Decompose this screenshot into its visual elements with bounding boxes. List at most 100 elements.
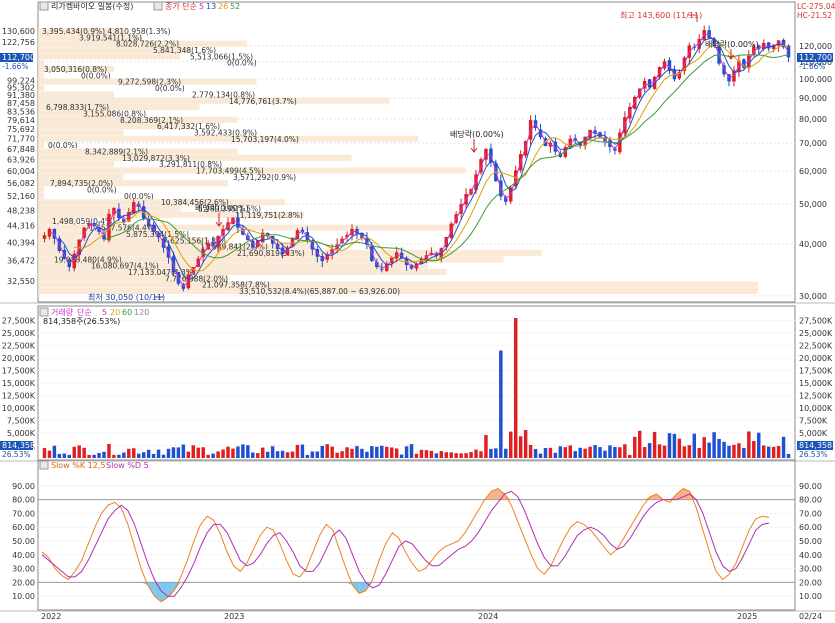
volume-bar[interactable] [677, 438, 682, 458]
volume-bar[interactable] [256, 453, 260, 458]
volume-bar[interactable] [285, 452, 290, 458]
volume-bar[interactable] [419, 449, 424, 458]
volume-bar[interactable] [310, 451, 315, 458]
volume-bar[interactable] [687, 445, 692, 458]
volume-bar[interactable] [742, 447, 746, 458]
volume-bar[interactable] [568, 445, 573, 458]
volume-bar[interactable] [156, 449, 161, 458]
volume-bar[interactable] [642, 446, 647, 458]
volume-bar[interactable] [176, 447, 181, 458]
volume-bar[interactable] [563, 447, 568, 458]
volume-bar[interactable] [211, 453, 215, 458]
volume-bar[interactable] [414, 453, 419, 458]
volume-bar[interactable] [771, 446, 776, 458]
volume-bar[interactable] [345, 447, 349, 458]
volume-bar[interactable] [360, 448, 364, 458]
volume-bar[interactable] [474, 449, 478, 458]
volume-bar[interactable] [231, 448, 235, 458]
volume-bar[interactable] [117, 454, 121, 458]
volume-bar[interactable] [444, 452, 448, 458]
volume-bar[interactable] [409, 444, 414, 458]
volume-bar[interactable] [781, 436, 786, 458]
volume-bar[interactable] [652, 431, 657, 458]
volume-bar[interactable] [737, 443, 741, 458]
volume-bar[interactable] [340, 451, 344, 458]
volume-bar[interactable] [166, 448, 171, 458]
volume-bar[interactable] [127, 448, 131, 458]
volume-bar[interactable] [241, 444, 245, 458]
volume-bar[interactable] [191, 445, 196, 458]
volume-bar[interactable] [464, 453, 468, 458]
volume-bar[interactable] [682, 446, 687, 458]
volume-bar[interactable] [494, 448, 498, 458]
volume-bar[interactable] [82, 447, 86, 458]
volume-bar[interactable] [97, 452, 101, 458]
volume-bar[interactable] [583, 448, 587, 458]
volume-bar[interactable] [449, 452, 453, 458]
volume-bar[interactable] [226, 446, 230, 458]
volume-bar[interactable] [757, 432, 761, 458]
volume-bar[interactable] [394, 448, 399, 458]
volume-bar[interactable] [533, 449, 538, 458]
volume-bar[interactable] [504, 448, 508, 458]
volume-bar[interactable] [265, 451, 270, 458]
volume-bar[interactable] [618, 447, 622, 458]
volume-bar[interactable] [489, 448, 493, 458]
volume-bar[interactable] [365, 451, 369, 458]
volume-bar[interactable] [161, 454, 166, 458]
volume-bar[interactable] [459, 453, 463, 458]
volume-bar[interactable] [593, 445, 597, 458]
volume-bar[interactable] [112, 454, 116, 458]
volume-bar[interactable] [513, 318, 518, 458]
volume-bar[interactable] [107, 444, 111, 458]
volume-bar[interactable] [667, 433, 672, 458]
volume-bar[interactable] [543, 447, 548, 458]
volume-bar[interactable] [370, 446, 374, 458]
volume-bar[interactable] [692, 433, 697, 458]
volume-bar[interactable] [608, 445, 612, 458]
volume-bar[interactable] [548, 447, 553, 458]
volume-bar[interactable] [553, 452, 558, 458]
volume-bar[interactable] [628, 454, 632, 458]
volume-bar[interactable] [637, 430, 642, 458]
volume-bar[interactable] [295, 444, 300, 458]
volume-bar[interactable] [47, 450, 52, 458]
volume-bar[interactable] [216, 451, 220, 458]
volume-bar[interactable] [727, 445, 731, 458]
volume-bar[interactable] [523, 430, 528, 458]
volume-bar[interactable] [260, 447, 265, 458]
volume-bar[interactable] [603, 450, 607, 458]
volume-bar[interactable] [479, 451, 483, 458]
volume-bar[interactable] [380, 445, 384, 458]
volume-bar[interactable] [251, 452, 255, 458]
legend-box-icon[interactable] [153, 1, 163, 11]
volume-bar[interactable] [657, 444, 662, 458]
volume-bar[interactable] [196, 447, 200, 458]
volume-bar[interactable] [136, 453, 141, 458]
stock-chart[interactable]: 3,395,434(0.9%) 4,810,958(1.3%) 3,919,541… [0, 0, 835, 623]
volume-bar[interactable] [499, 350, 503, 459]
volume-bar[interactable] [275, 451, 280, 458]
volume-bar[interactable] [57, 453, 62, 458]
volume-bar[interactable] [146, 449, 151, 458]
volume-bar[interactable] [186, 451, 191, 458]
volume-bar[interactable] [399, 454, 404, 458]
volume-bar[interactable] [528, 444, 533, 458]
volume-bar[interactable] [330, 446, 334, 458]
legend-box-icon[interactable] [39, 1, 49, 11]
volume-bar[interactable] [62, 453, 67, 458]
volume-bar[interactable] [538, 453, 543, 458]
volume-bar[interactable] [315, 451, 320, 458]
volume-bar[interactable] [236, 446, 240, 458]
volume-bar[interactable] [375, 446, 379, 458]
volume-bar[interactable] [509, 431, 513, 458]
volume-bar[interactable] [320, 445, 324, 458]
volume-bar[interactable] [623, 444, 627, 458]
volume-bar[interactable] [132, 448, 136, 458]
volume-bar[interactable] [385, 446, 389, 458]
volume-bar[interactable] [717, 438, 721, 458]
volume-bar[interactable] [424, 450, 429, 458]
volume-bar[interactable] [707, 442, 711, 458]
volume-bar[interactable] [633, 436, 637, 458]
volume-bar[interactable] [77, 445, 81, 458]
